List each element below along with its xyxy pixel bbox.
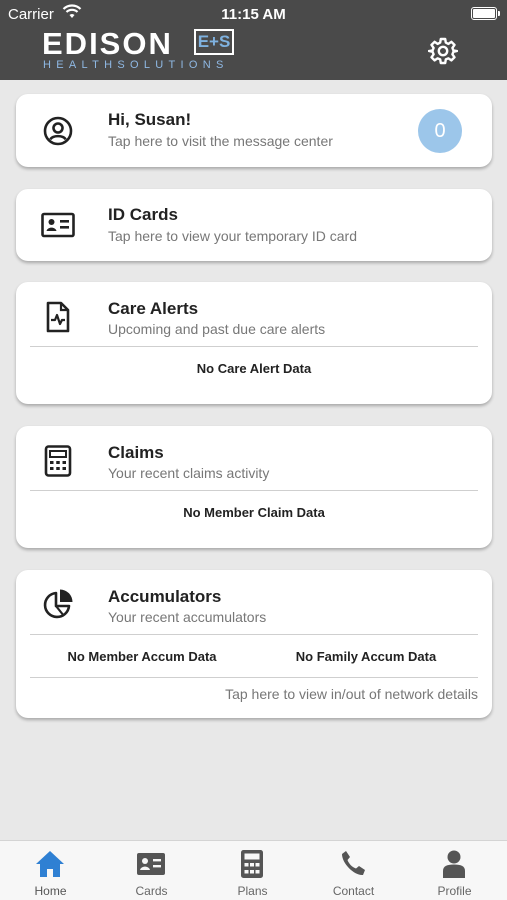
tab-cards[interactable]: Cards bbox=[101, 841, 202, 900]
id-cards-card[interactable]: ID Cards Tap here to view your temporary… bbox=[16, 189, 492, 261]
user-circle-icon bbox=[43, 116, 73, 146]
member-accum-empty-text: No Member Accum Data bbox=[67, 649, 217, 664]
tab-label: Home bbox=[34, 884, 67, 898]
edison-logo: EDISON E+S HEALTHSOLUTIONS bbox=[42, 26, 237, 72]
message-center-card[interactable]: Hi, Susan! Tap here to visit the message… bbox=[16, 94, 492, 167]
divider bbox=[30, 346, 478, 347]
network-details-link[interactable]: Tap here to view in/out of network detai… bbox=[225, 686, 478, 702]
tab-profile[interactable]: Profile bbox=[404, 841, 505, 900]
divider bbox=[30, 677, 478, 678]
message-center-subtitle: Tap here to visit the message center bbox=[108, 133, 333, 149]
home-icon bbox=[36, 851, 64, 877]
id-card-icon bbox=[137, 853, 165, 875]
accumulators-subtitle: Your recent accumulators bbox=[108, 609, 267, 625]
clock: 11:15 AM bbox=[221, 6, 286, 23]
id-cards-subtitle: Tap here to view your temporary ID card bbox=[108, 228, 357, 244]
greeting-title: Hi, Susan! bbox=[108, 110, 192, 129]
logo-subtitle: HEALTHSOLUTIONS bbox=[43, 59, 229, 71]
care-alerts-empty-text: No Care Alert Data bbox=[196, 361, 312, 376]
tab-label: Contact bbox=[332, 884, 375, 898]
tab-label: Cards bbox=[135, 884, 168, 898]
divider bbox=[30, 490, 478, 491]
claims-subtitle: Your recent claims activity bbox=[108, 465, 270, 481]
tab-home[interactable]: Home bbox=[0, 841, 101, 900]
id-cards-title: ID Cards bbox=[108, 205, 178, 224]
care-alerts-title: Care Alerts bbox=[108, 299, 199, 318]
family-accum-empty-text: No Family Accum Data bbox=[295, 649, 437, 664]
message-count-badge: 0 bbox=[418, 109, 462, 153]
app-header: Carrier 11:15 AM EDISON E+S HEALTHSOLUTI… bbox=[0, 0, 507, 80]
claims-empty-text: No Member Claim Data bbox=[183, 505, 325, 520]
divider bbox=[30, 634, 478, 635]
claims-title: Claims bbox=[108, 443, 164, 462]
tab-contact[interactable]: Contact bbox=[303, 841, 404, 900]
accumulators-card[interactable]: Accumulators Your recent accumulators No… bbox=[16, 570, 492, 718]
tab-label: Plans bbox=[237, 884, 268, 898]
calculator-icon bbox=[241, 850, 263, 878]
tab-label: Profile bbox=[437, 884, 472, 898]
medical-file-icon bbox=[46, 301, 70, 333]
status-bar: Carrier 11:15 AM bbox=[0, 0, 507, 28]
calculator-icon bbox=[44, 445, 72, 477]
tab-bar: Home Cards Plans Contact Profile bbox=[0, 840, 507, 900]
care-alerts-subtitle: Upcoming and past due care alerts bbox=[108, 321, 326, 337]
phone-icon bbox=[342, 851, 365, 876]
logo-wordmark: EDISON bbox=[42, 26, 173, 61]
gear-icon[interactable] bbox=[428, 36, 458, 66]
care-alerts-card[interactable]: Care Alerts Upcoming and past due care a… bbox=[16, 282, 492, 404]
logo-mark: E+S bbox=[194, 29, 234, 55]
person-icon bbox=[443, 850, 465, 878]
id-card-icon bbox=[41, 212, 75, 238]
tab-plans[interactable]: Plans bbox=[202, 841, 303, 900]
battery-icon bbox=[471, 7, 500, 20]
accumulators-title: Accumulators bbox=[108, 587, 222, 606]
pie-chart-icon bbox=[43, 589, 73, 619]
claims-card[interactable]: Claims Your recent claims activity No Me… bbox=[16, 426, 492, 548]
